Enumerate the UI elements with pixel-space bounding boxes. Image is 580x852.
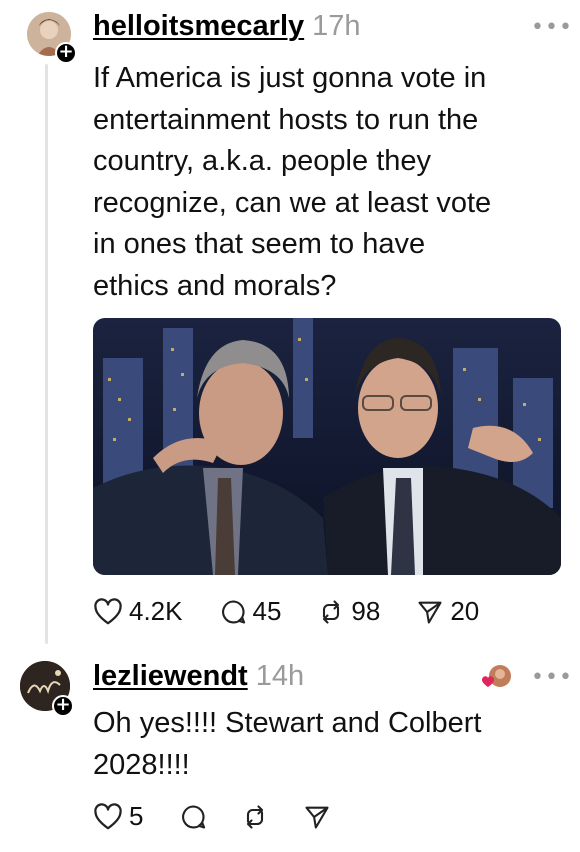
reply-repost-button[interactable]	[241, 803, 269, 831]
author-liked-avatar	[480, 664, 514, 692]
post-text-line: If America is just gonna vote in	[93, 62, 487, 94]
repost-icon	[323, 599, 340, 624]
reply-more-dots-icon[interactable]: •••	[531, 665, 573, 690]
heart-icon	[94, 802, 122, 829]
reply-header: lezliewendt 14h	[93, 660, 304, 693]
thread-connector-line	[45, 64, 48, 644]
reply-follow-plus-icon[interactable]: +	[52, 695, 74, 717]
repost-icon	[247, 804, 264, 829]
like-count: 4.2K	[129, 596, 183, 626]
share-button[interactable]: 20	[416, 596, 479, 627]
reply-text-line: 2028!!!!	[93, 748, 190, 781]
post-text-line: entertainment hosts to run the	[93, 103, 479, 136]
post-text-line: country, a.k.a. people they	[93, 145, 432, 177]
post-photo[interactable]	[93, 318, 561, 575]
heart-icon	[94, 597, 122, 624]
reply-like-button[interactable]: 5	[93, 801, 143, 832]
comment-icon	[221, 599, 245, 624]
post-header: helloitsmecarly 17h	[93, 10, 361, 43]
reply-share-button[interactable]	[303, 803, 331, 831]
reply-username[interactable]: lezliewendt	[93, 660, 248, 693]
reply-text: Oh yes!!!! Stewart and Colbert 2028!!!!	[93, 703, 481, 786]
send-icon	[418, 601, 442, 624]
follow-plus-icon[interactable]: +	[55, 42, 77, 64]
comment-icon	[182, 804, 206, 829]
reply-action-bar: 5	[93, 801, 367, 832]
post-text-line: ethics and morals?	[93, 269, 337, 302]
reply-avatar-wrap[interactable]: +	[20, 661, 74, 717]
reply-count: 45	[252, 596, 282, 626]
post-text-line: in ones that seem to have	[93, 228, 426, 260]
author-avatar-wrap[interactable]: +	[27, 12, 77, 64]
post-text: If America is just gonna vote in enterta…	[93, 58, 491, 307]
share-count: 20	[450, 596, 480, 626]
post-action-bar: 4.2K 45 98 20	[93, 596, 515, 627]
like-button[interactable]: 4.2K	[93, 596, 183, 627]
post-more-dots-icon[interactable]: •••	[531, 15, 573, 40]
reply-like-count: 5	[129, 801, 144, 831]
post-text-line: recognize, can we at least vote	[93, 186, 492, 219]
heart-red-icon	[482, 676, 494, 687]
repost-count: 98	[351, 596, 381, 626]
post-username[interactable]: helloitsmecarly	[93, 10, 304, 43]
send-icon	[305, 806, 330, 829]
reply-button[interactable]: 45	[219, 596, 282, 627]
repost-button[interactable]: 98	[317, 596, 380, 627]
reply-comment-button[interactable]	[179, 803, 207, 831]
reply-time: 14h	[255, 660, 305, 692]
post-time: 17h	[312, 10, 361, 42]
reply-text-line: Oh yes!!!! Stewart and Colbert	[93, 707, 482, 739]
